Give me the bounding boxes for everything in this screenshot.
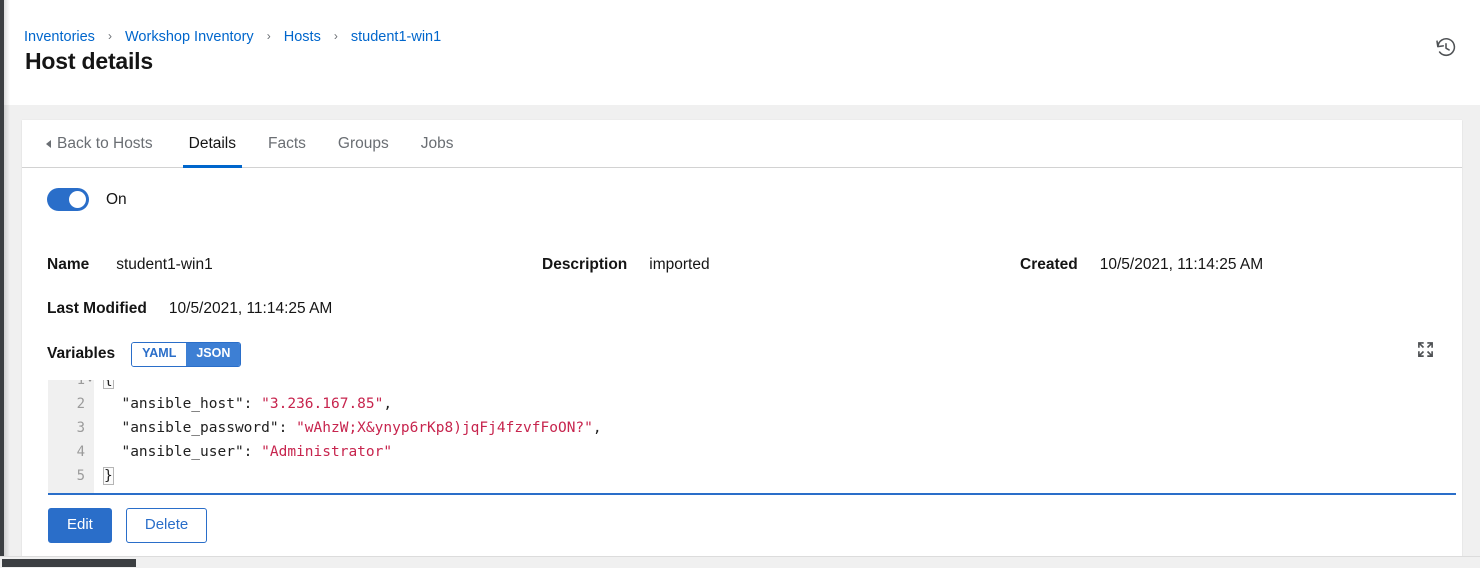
field-description-value: imported [649, 256, 710, 273]
variables-format-yaml-button[interactable]: YAML [132, 343, 187, 366]
editor-close-brace: } [103, 467, 114, 485]
tab-details[interactable]: Details [173, 120, 252, 168]
tab-jobs[interactable]: Jobs [405, 120, 470, 167]
breadcrumb-item-hosts[interactable]: Hosts [284, 29, 321, 45]
field-last-modified: Last Modified 10/5/2021, 11:14:25 AM [47, 300, 332, 318]
editor-line-number: 3 [76, 420, 85, 436]
tab-groups-label: Groups [337, 134, 389, 152]
editor-line-number: 5 [76, 468, 85, 484]
variables-code-editor[interactable]: 1 { 2 "ansible_host": "3.236.167.85", 3 … [48, 380, 1456, 495]
editor-line-text: { [94, 380, 114, 389]
fold-arrow-icon[interactable] [87, 380, 93, 382]
editor-json-value: "wAhzW;X&ynyp6rKp8)jqFj4fzvfFoON?" [296, 420, 593, 436]
variables-format-json-button[interactable]: JSON [186, 343, 241, 366]
editor-line-text: "ansible_host": "3.236.167.85", [94, 396, 392, 412]
expand-editor-button[interactable] [1412, 338, 1438, 364]
editor-line-text: "ansible_user": "Administrator" [94, 444, 392, 460]
field-description-label: Description [542, 256, 628, 273]
collapsed-sidebar-edge[interactable] [0, 0, 4, 568]
variables-format-toggle-group: YAML JSON [131, 342, 242, 367]
sidebar-shadow [4, 0, 10, 568]
delete-button[interactable]: Delete [125, 508, 208, 544]
host-details-card: Back to Hosts Details Facts Groups Jobs … [22, 120, 1462, 558]
action-buttons: Edit Delete [48, 508, 208, 544]
chevron-left-icon [46, 139, 51, 148]
header-body-gap [4, 105, 1480, 120]
editor-open-brace: { [103, 380, 114, 389]
field-last-modified-value: 10/5/2021, 11:14:25 AM [168, 300, 333, 317]
editor-json-comma: , [592, 420, 602, 436]
tab-back-to-hosts[interactable]: Back to Hosts [46, 120, 173, 167]
editor-json-key: "ansible_host": [121, 396, 253, 412]
editor-json-value: "3.236.167.85" [261, 396, 384, 412]
breadcrumb-separator: › [333, 29, 338, 43]
field-created-value: 10/5/2021, 11:14:25 AM [1099, 256, 1264, 273]
edit-button[interactable]: Edit [48, 508, 112, 544]
tab-facts[interactable]: Facts [252, 120, 322, 167]
field-last-modified-label: Last Modified [47, 300, 147, 317]
breadcrumb-item-inventories[interactable]: Inventories [24, 29, 95, 45]
editor-line: 2 "ansible_host": "3.236.167.85", [48, 392, 1456, 416]
breadcrumb-separator: › [266, 29, 271, 43]
editor-line: 3 "ansible_password": "wAhzW;X&ynyp6rKp8… [48, 416, 1456, 440]
tab-groups[interactable]: Groups [322, 120, 405, 167]
application-root: Inventories › Workshop Inventory › Hosts… [0, 0, 1480, 568]
horizontal-scrollbar-thumb[interactable] [2, 559, 136, 567]
tab-jobs-label: Jobs [420, 134, 454, 152]
host-enabled-toggle-label: On [106, 190, 127, 208]
history-button[interactable] [1427, 30, 1465, 68]
editor-line: 1 { [48, 380, 1456, 392]
tab-facts-label: Facts [268, 134, 306, 152]
expand-arrows-icon [1417, 341, 1434, 361]
editor-line-number: 2 [76, 396, 85, 412]
horizontal-scrollbar[interactable] [0, 556, 1480, 568]
breadcrumb-item-workshop-inventory[interactable]: Workshop Inventory [125, 29, 254, 45]
editor-line-text: } [94, 467, 114, 485]
tab-details-label: Details [188, 134, 237, 152]
breadcrumb: Inventories › Workshop Inventory › Hosts… [24, 27, 441, 46]
page-title: Host details [25, 48, 153, 74]
editor-line: 4 "ansible_user": "Administrator" [48, 440, 1456, 464]
breadcrumb-item-student1-win1[interactable]: student1-win1 [351, 29, 441, 45]
editor-line-number: 1 [48, 380, 94, 388]
toggle-knob [69, 191, 86, 208]
variables-header: Variables YAML JSON [47, 342, 242, 367]
editor-line-text: "ansible_password": "wAhzW;X&ynyp6rKp8)j… [94, 420, 602, 436]
field-name-label: Name [47, 256, 90, 273]
editor-content: 1 { 2 "ansible_host": "3.236.167.85", 3 … [48, 380, 1456, 488]
history-icon [1435, 37, 1457, 62]
variables-label: Variables [47, 345, 116, 363]
editor-line-number: 4 [76, 444, 85, 460]
editor-line: 5 } [48, 464, 1456, 488]
page-header: Inventories › Workshop Inventory › Hosts… [4, 0, 1480, 105]
tab-back-to-hosts-label: Back to Hosts [57, 134, 153, 152]
editor-json-key: "ansible_user": [121, 444, 253, 460]
editor-json-value: "Administrator" [261, 444, 393, 460]
tab-bar: Back to Hosts Details Facts Groups Jobs [22, 120, 1462, 168]
editor-json-key: "ansible_password": [121, 420, 288, 436]
field-name: Name student1-win1 [47, 256, 213, 274]
host-enabled-toggle[interactable] [47, 188, 89, 211]
field-created-label: Created [1020, 256, 1078, 273]
field-name-value: student1-win1 [116, 256, 213, 273]
host-enabled-toggle-row: On [47, 188, 127, 211]
field-created: Created 10/5/2021, 11:14:25 AM [1020, 256, 1263, 274]
field-description: Description imported [542, 256, 710, 274]
breadcrumb-separator: › [107, 29, 112, 43]
editor-json-comma: , [383, 396, 393, 412]
